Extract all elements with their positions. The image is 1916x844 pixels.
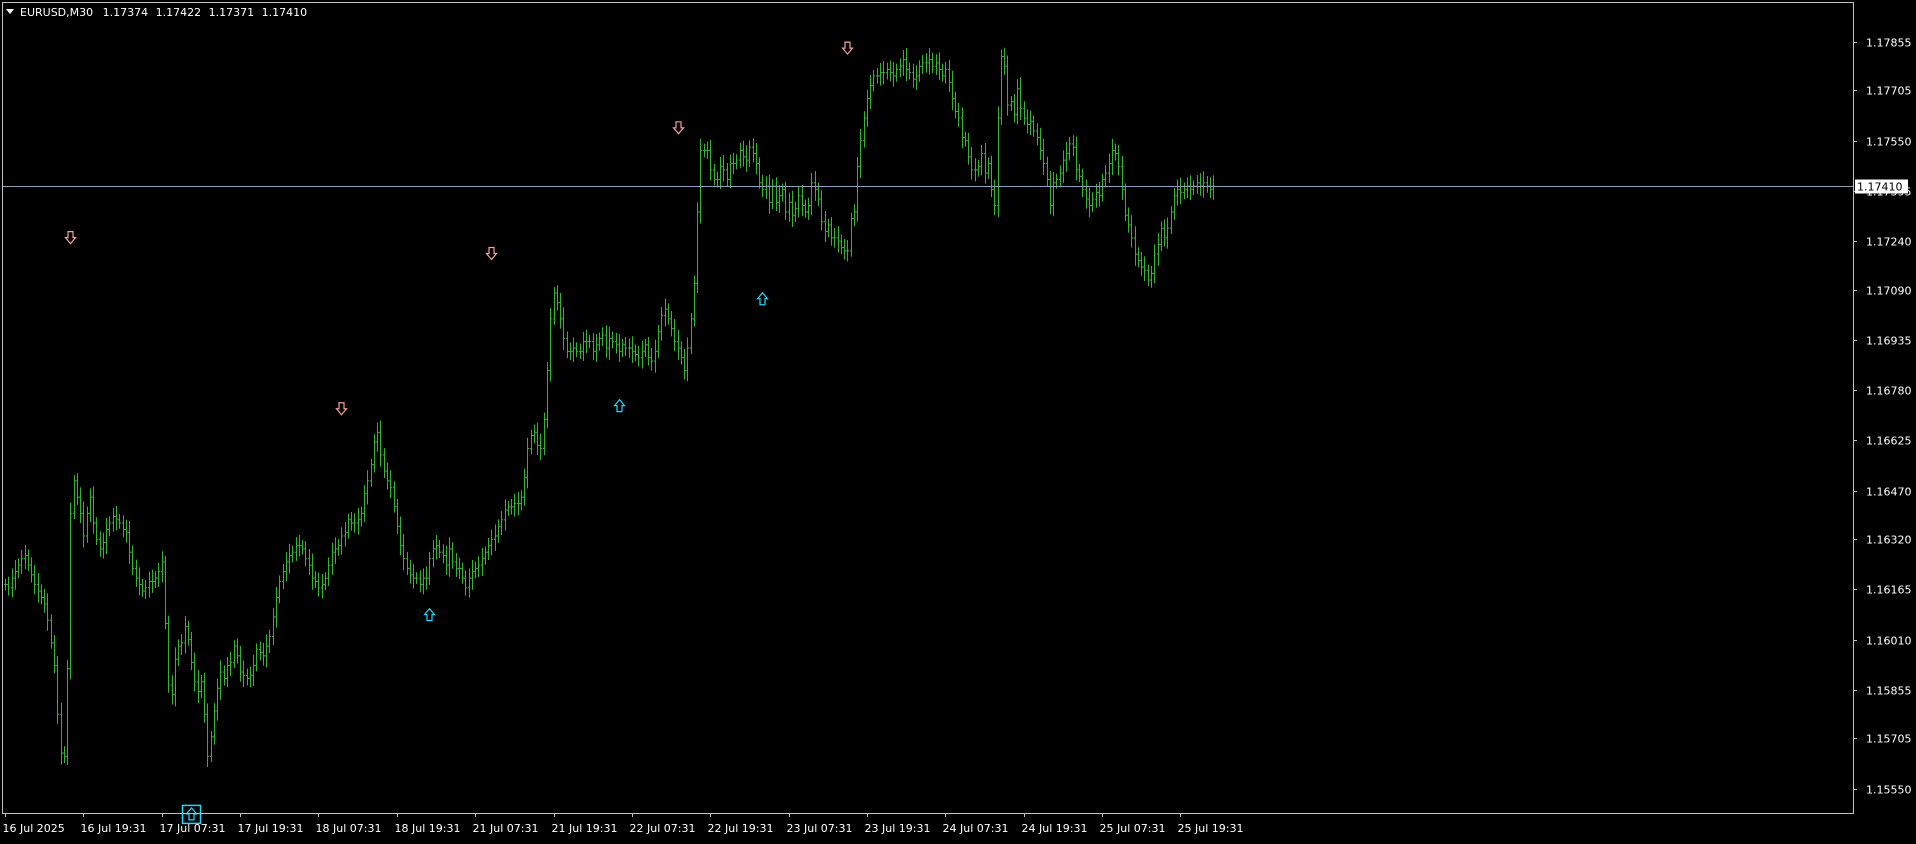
x-tick-label: 24 Jul 07:31 (943, 822, 1009, 835)
x-tick-label: 23 Jul 19:31 (865, 822, 931, 835)
x-tick-label: 17 Jul 07:31 (160, 822, 226, 835)
y-tick-label: 1.17240 (1866, 236, 1912, 249)
low-value: 1.17371 (209, 6, 255, 19)
svg-text:EURUSD,M30 1.17374: EURUSD,M30 1.17374 1.17422 1.17371 1.174… (20, 6, 307, 19)
y-tick-label: 1.17090 (1866, 285, 1912, 298)
x-tick-label: 21 Jul 19:31 (552, 822, 618, 835)
x-tick-label: 16 Jul 19:31 (81, 822, 147, 835)
y-tick-label: 1.15855 (1866, 685, 1912, 698)
y-tick-label: 1.16165 (1866, 584, 1912, 597)
y-tick-label: 1.16935 (1866, 335, 1912, 348)
close-value: 1.17410 (262, 6, 308, 19)
y-tick-label: 1.17705 (1866, 85, 1912, 98)
high-value: 1.17422 (156, 6, 202, 19)
current-price-label: 1.17410 (1855, 179, 1908, 194)
x-tick-label: 17 Jul 19:31 (238, 822, 304, 835)
y-tick-label: 1.16780 (1866, 385, 1912, 398)
x-tick-label: 16 Jul 2025 (3, 822, 65, 835)
x-tick-label: 18 Jul 07:31 (316, 822, 382, 835)
y-tick-label: 1.17855 (1866, 37, 1912, 50)
y-tick-label: 1.16010 (1866, 635, 1912, 648)
symbol-timeframe: EURUSD,M30 (20, 6, 93, 19)
chart-window[interactable]: 1.178551.177051.175501.173951.172401.170… (0, 0, 1916, 840)
y-tick-label: 1.16320 (1866, 534, 1912, 547)
chart-header: EURUSD,M30 1.17374 1.17422 1.17371 1.174… (6, 6, 307, 19)
y-tick-label: 1.17550 (1866, 136, 1912, 149)
x-tick-label: 25 Jul 07:31 (1100, 822, 1166, 835)
x-tick-label: 24 Jul 19:31 (1022, 822, 1088, 835)
x-tick-label: 22 Jul 19:31 (708, 822, 774, 835)
x-tick-label: 21 Jul 07:31 (473, 822, 539, 835)
price-chart[interactable]: 1.178551.177051.175501.173951.172401.170… (0, 0, 1916, 840)
y-tick-label: 1.15705 (1866, 733, 1912, 746)
x-tick-label: 18 Jul 19:31 (395, 822, 461, 835)
x-tick-label: 25 Jul 19:31 (1178, 822, 1244, 835)
y-tick-label: 1.15550 (1866, 784, 1912, 797)
open-value: 1.17374 (103, 6, 149, 19)
x-tick-label: 22 Jul 07:31 (630, 822, 696, 835)
x-tick-label: 23 Jul 07:31 (787, 822, 853, 835)
current-price-value: 1.17410 (1857, 181, 1903, 194)
y-tick-label: 1.16625 (1866, 435, 1912, 448)
y-tick-label: 1.16470 (1866, 486, 1912, 499)
